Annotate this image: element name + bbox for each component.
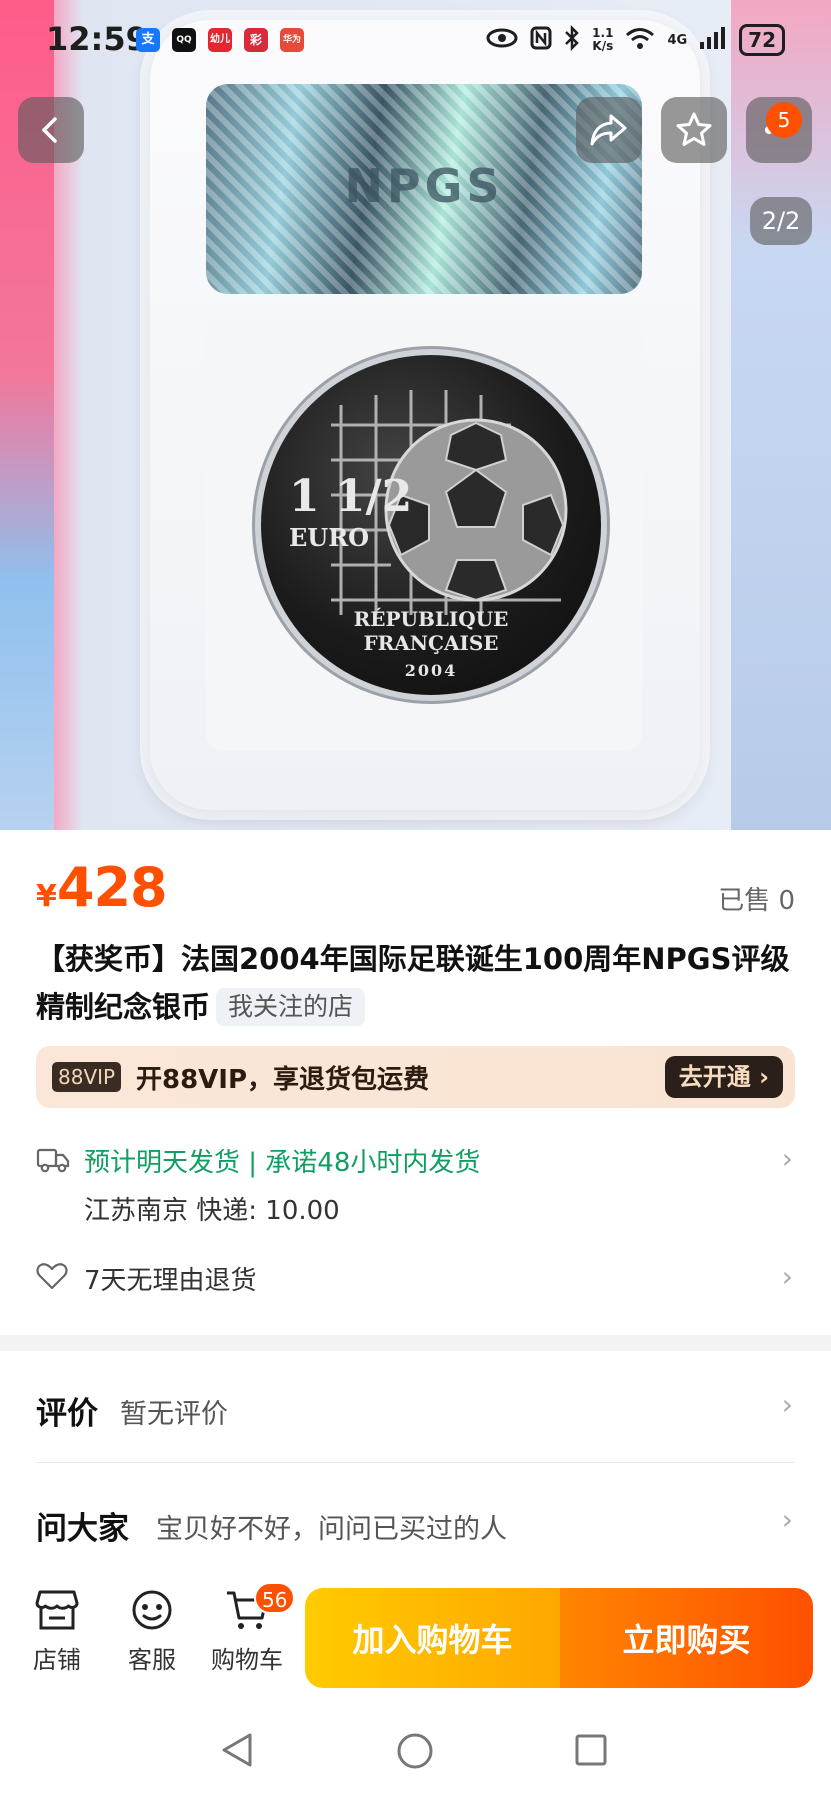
add-to-cart-button[interactable]: 加入购物车: [305, 1588, 560, 1688]
shop-label: 店铺: [33, 1646, 81, 1674]
ask-heading: 问大家: [36, 1511, 129, 1547]
speed-value: 1.1: [592, 26, 614, 40]
vip-open-label: 去开通: [678, 1063, 751, 1091]
cart-count-badge: 56: [254, 1582, 296, 1614]
heart-icon: [36, 1262, 68, 1294]
app-notification-icon: 幼儿: [208, 28, 232, 52]
shipping-row[interactable]: 预计明天发货 | 承诺48小时内发货 江苏南京 快递: 10.00 ›: [0, 1142, 831, 1242]
vip-open-button[interactable]: 去开通 ›: [664, 1056, 783, 1098]
product-info: ¥428 已售 0 【获奖币】法国2004年国际足联诞生100周年NPGS评级精…: [0, 830, 831, 1335]
star-icon: [676, 112, 712, 146]
network-speed: 1.1 K/s: [592, 27, 613, 53]
truck-icon: [36, 1144, 70, 1178]
favorite-button[interactable]: [661, 97, 727, 163]
huawei-icon: 华为: [280, 28, 304, 52]
price: ¥428: [36, 856, 168, 919]
cart-button[interactable]: 56 购物车: [202, 1582, 296, 1675]
nav-recents-icon[interactable]: [574, 1733, 608, 1767]
nfc-icon: [530, 26, 552, 55]
coin-window: 1 1/2 EURO RÉPUBLIQUE FRANÇAISE 2004: [206, 320, 642, 750]
notification-badge: 5: [766, 102, 802, 138]
vip-text: 开88VIP，享退货包运费: [136, 1065, 430, 1095]
alipay-icon: 支: [136, 28, 160, 52]
coin-denomination: 1 1/2: [289, 471, 413, 522]
price-value: 428: [56, 856, 168, 919]
battery-indicator: 72: [739, 24, 785, 56]
shop-tag[interactable]: 我关注的店: [216, 988, 366, 1026]
chevron-right-icon: ›: [781, 1142, 793, 1175]
image-pager: 2/2: [750, 197, 812, 245]
hologram-text: NPGS: [344, 159, 504, 213]
bottom-action-bar: 店铺 客服 56 购物车 加入购物车 立即购买: [0, 1570, 831, 1700]
product-title[interactable]: 【获奖币】法国2004年国际足联诞生100周年NPGS评级精制纪念银币 我关注的店: [36, 935, 806, 1031]
service-face-icon: [132, 1590, 172, 1630]
nav-home-icon[interactable]: [396, 1732, 434, 1770]
cart-label: 购物车: [211, 1646, 283, 1674]
nav-back-icon[interactable]: [220, 1732, 254, 1768]
service-label: 客服: [128, 1646, 176, 1674]
vip-banner[interactable]: 88VIP 开88VIP，享退货包运费 去开通 ›: [36, 1046, 795, 1108]
vip-badge: 88VIP: [52, 1062, 122, 1092]
eye-icon: [486, 28, 518, 53]
status-icons: 1.1 K/s 4G 72: [486, 24, 785, 56]
status-time: 12:59: [46, 20, 148, 58]
lottery-app-icon: 彩: [244, 28, 268, 52]
chevron-right-icon: ›: [781, 1388, 793, 1421]
share-button[interactable]: [576, 97, 642, 163]
network-type: 4G: [667, 32, 688, 48]
bluetooth-icon: [564, 24, 580, 56]
ask-section[interactable]: 问大家 宝贝好不好，问问已买过的人 ›: [0, 1467, 831, 1577]
signal-icon: [699, 26, 727, 55]
system-navigation-bar: [0, 1700, 831, 1800]
shop-button[interactable]: 店铺: [12, 1588, 102, 1675]
return-policy-text: 7天无理由退货: [84, 1266, 257, 1296]
back-button[interactable]: [18, 97, 84, 163]
currency-symbol: ¥: [36, 879, 57, 914]
buy-now-button[interactable]: 立即购买: [560, 1588, 813, 1688]
customer-service-button[interactable]: 客服: [107, 1588, 197, 1675]
return-policy-row[interactable]: 7天无理由退货 ›: [0, 1260, 831, 1310]
chevron-right-icon: ›: [781, 1260, 793, 1293]
wifi-icon: [625, 26, 655, 55]
coin-inscription-2: FRANÇAISE: [363, 631, 499, 655]
sold-count: 已售 0: [718, 886, 795, 916]
coin-currency: EURO: [289, 523, 370, 552]
share-icon: [590, 114, 627, 146]
chevron-left-icon: [42, 117, 57, 143]
shipping-detail: 江苏南京 快递: 10.00: [84, 1196, 340, 1226]
reviews-empty: 暂无评价: [120, 1399, 228, 1430]
shipping-promise: 预计明天发货 | 承诺48小时内发货: [84, 1148, 481, 1178]
coin-inscription-1: RÉPUBLIQUE: [353, 607, 509, 631]
product-title-text: 【获奖币】法国2004年国际足联诞生100周年NPGS评级精制纪念银币: [36, 942, 790, 1024]
section-gap: [0, 1335, 831, 1351]
status-bar: 12:59 支 QQ 幼儿 彩 华为 1.1 K/s 4G 72: [0, 0, 831, 80]
speed-unit: K/s: [592, 39, 614, 53]
qq-icon: QQ: [172, 28, 196, 52]
store-icon: [35, 1590, 79, 1630]
divider: [36, 1462, 795, 1463]
coin: 1 1/2 EURO RÉPUBLIQUE FRANÇAISE 2004: [261, 355, 601, 695]
coin-year: 2004: [404, 661, 458, 680]
chevron-right-icon: ›: [781, 1503, 793, 1536]
reviews-section[interactable]: 评价 暂无评价 ›: [0, 1352, 831, 1462]
ask-prompt: 宝贝好不好，问问已买过的人: [156, 1514, 507, 1545]
reviews-heading: 评价: [36, 1396, 98, 1432]
